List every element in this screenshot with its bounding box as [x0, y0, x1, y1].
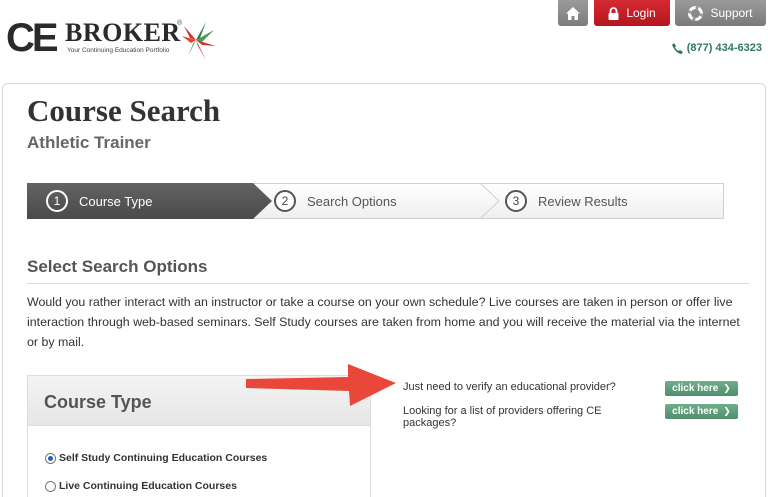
radio-label: Self Study Continuing Education Courses — [59, 452, 268, 464]
leaf-mark-icon — [182, 22, 216, 60]
page-title: Course Search — [27, 93, 221, 128]
home-icon — [566, 6, 580, 20]
click-here-label: click here — [672, 406, 719, 417]
course-type-title: Course Type — [44, 392, 152, 412]
step-search-options[interactable]: 2 Search Options — [274, 184, 397, 218]
section-title: Select Search Options — [27, 257, 208, 276]
section-intro-text: Would you rather interact with an instru… — [27, 295, 740, 349]
step-label: Search Options — [307, 193, 397, 209]
verify-provider-text: Just need to verify an educational provi… — [403, 381, 616, 393]
step-review-results[interactable]: 3 Review Results — [505, 184, 628, 218]
radio-label: Live Continuing Education Courses — [59, 480, 237, 492]
support-label: Support — [710, 6, 753, 20]
step-number: 1 — [46, 190, 68, 212]
section-divider — [27, 283, 749, 284]
logo-tagline: Your Continuing Education Portfolio — [67, 47, 170, 54]
providers-list-button[interactable]: click here ❯ — [665, 404, 738, 419]
radio-button-selected[interactable] — [45, 452, 56, 464]
phone-icon — [671, 42, 683, 54]
click-here-label: click here — [672, 383, 719, 394]
chevron-right-icon: ❯ — [723, 406, 731, 416]
red-arrow-icon — [246, 364, 396, 406]
step-course-type[interactable]: 1 Course Type — [46, 184, 152, 218]
step-label: Course Type — [79, 193, 153, 209]
verify-provider-button[interactable]: click here ❯ — [665, 381, 738, 396]
radio-self-study[interactable]: Self Study Continuing Education Courses — [45, 452, 267, 464]
step-number: 3 — [505, 190, 527, 212]
ce-broker-logo[interactable]: CE BROKER ® Your Continuing Education Po… — [6, 16, 221, 64]
logo-ce-text: CE — [6, 16, 59, 60]
step-label: Review Results — [538, 193, 628, 209]
step-separator-icon — [480, 183, 500, 219]
providers-list-text: Looking for a list of providers offering… — [403, 405, 602, 429]
login-label: Login — [626, 6, 656, 20]
step-progress-bar: 1 Course Type 2 Search Options 3 Review … — [27, 183, 724, 219]
home-button[interactable] — [558, 0, 588, 26]
chevron-right-icon: ❯ — [723, 383, 731, 393]
lifebuoy-icon — [688, 5, 704, 21]
support-button[interactable]: Support — [675, 0, 766, 26]
radio-live[interactable]: Live Continuing Education Courses — [45, 480, 237, 492]
step-number: 2 — [274, 190, 296, 212]
page-subtitle: Athletic Trainer — [27, 133, 151, 152]
lock-icon — [608, 6, 619, 20]
phone-number[interactable]: (877) 434-6323 — [671, 42, 762, 54]
login-button[interactable]: Login — [594, 0, 670, 26]
radio-button[interactable] — [45, 480, 56, 492]
logo-broker-text: BROKER — [65, 18, 181, 47]
phone-text: (877) 434-6323 — [686, 42, 762, 54]
